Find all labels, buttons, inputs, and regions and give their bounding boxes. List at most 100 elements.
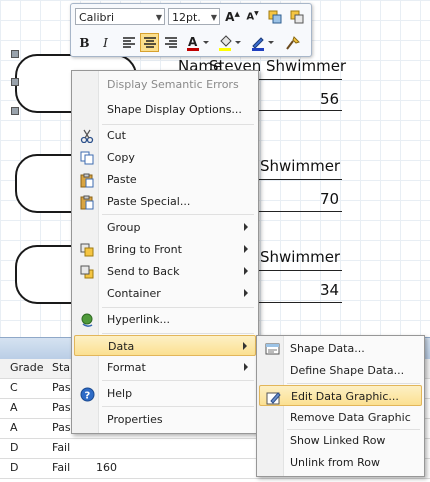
submenu-arrow-icon: [244, 363, 248, 371]
shape-style-icon: [268, 10, 281, 23]
menu-item-group[interactable]: Group: [74, 217, 256, 238]
submenu-item-define-shape-data[interactable]: Define Shape Data...: [259, 360, 422, 381]
selection-handle[interactable]: [11, 50, 19, 58]
grid-cell-status: Pas: [52, 421, 71, 434]
format-painter-square-button[interactable]: [265, 7, 284, 26]
submenu-item-show-linked-row[interactable]: Show Linked Row: [259, 430, 422, 451]
cut-icon: [79, 128, 95, 144]
menu-item-copy[interactable]: Copy: [74, 147, 256, 168]
submenu-item-edit-data-graphic[interactable]: Edit Data Graphic...: [259, 385, 422, 406]
menu-item-label: Paste Special...: [107, 195, 191, 208]
italic-icon: I: [103, 35, 108, 50]
grow-font-button[interactable]: A▲: [223, 7, 242, 26]
chevron-down-icon: ▼: [210, 13, 217, 22]
svg-text:A: A: [188, 35, 198, 49]
grow-font-icon: A▲: [225, 9, 240, 24]
grid-cell-status: Pas: [52, 381, 71, 394]
font-size-combo[interactable]: 12pt. ▼: [168, 8, 220, 25]
menu-item-bring-to-front[interactable]: Bring to Front: [74, 239, 256, 260]
bold-icon: B: [79, 35, 90, 50]
menu-item-data[interactable]: Data: [74, 335, 256, 356]
submenu-item-label: Define Shape Data...: [290, 364, 405, 377]
menu-separator: [102, 307, 254, 308]
menu-item-properties[interactable]: Properties: [74, 409, 256, 430]
submenu-item-shape-data[interactable]: Shape Data...: [259, 338, 422, 359]
menu-item-label: Display Semantic Errors: [107, 78, 239, 91]
fill-color-button[interactable]: [216, 33, 244, 52]
menu-item-format[interactable]: Format: [74, 357, 256, 378]
pen-icon: [252, 36, 274, 51]
submenu-item-label: Show Linked Row: [290, 434, 386, 447]
menu-item-help[interactable]: ? Help: [74, 383, 256, 404]
menu-item-label: Format: [107, 361, 146, 374]
bold-button[interactable]: B: [75, 33, 94, 52]
align-center-button[interactable]: [140, 33, 159, 52]
shape-2-name-value: Shwimmer: [260, 157, 341, 175]
menu-item-label: Shape Display Options...: [107, 103, 242, 116]
menu-item-display-semantic-errors[interactable]: Display Semantic Errors: [74, 74, 256, 95]
align-center-icon: [143, 36, 156, 48]
grid-cell-status: Fail: [52, 461, 71, 474]
font-name-value: Calibri: [79, 11, 115, 24]
shrink-font-icon: A▼: [246, 10, 259, 23]
grid-header-status[interactable]: Sta: [52, 361, 70, 374]
selection-handle[interactable]: [11, 107, 19, 115]
menu-separator: [102, 333, 254, 334]
menu-item-shape-display-options[interactable]: Shape Display Options...: [74, 99, 256, 120]
grid-cell-status: Pas: [52, 401, 71, 414]
menu-item-label: Data: [108, 340, 135, 353]
svg-text:?: ?: [84, 390, 90, 401]
submenu-arrow-icon: [244, 267, 248, 275]
submenu-item-remove-data-graphic[interactable]: Remove Data Graphic: [259, 407, 422, 428]
menu-item-label: Paste: [107, 173, 137, 186]
paste-special-icon: [79, 194, 95, 210]
menu-item-container[interactable]: Container: [74, 283, 256, 304]
grid-cell-grade: C: [10, 381, 18, 394]
font-size-value: 12pt.: [172, 11, 201, 24]
menu-item-label: Container: [107, 287, 161, 300]
arrange-button[interactable]: [287, 7, 306, 26]
format-painter-button[interactable]: [283, 33, 302, 52]
line-color-button[interactable]: [249, 33, 277, 52]
grid-cell-value: 160: [96, 461, 117, 474]
menu-item-label: Hyperlink...: [107, 313, 170, 326]
align-right-button[interactable]: [161, 33, 180, 52]
menu-separator: [102, 406, 254, 407]
menu-separator: [102, 214, 254, 215]
shape-3-name-value: Shwimmer: [260, 248, 341, 266]
align-left-button[interactable]: [119, 33, 138, 52]
bring-to-front-icon: [79, 242, 95, 258]
font-color-button[interactable]: A: [184, 33, 212, 52]
shape-3-divider: [258, 270, 342, 271]
menu-item-label: Group: [107, 221, 141, 234]
grid-cell-grade: D: [10, 461, 19, 474]
grid-header-grade[interactable]: Grade: [10, 361, 44, 374]
submenu-item-unlink-from-row[interactable]: Unlink from Row: [259, 452, 422, 473]
align-right-icon: [164, 36, 177, 48]
hyperlink-icon: [79, 312, 95, 328]
submenu-item-label: Shape Data...: [290, 342, 365, 355]
menu-item-send-to-back[interactable]: Send to Back: [74, 261, 256, 282]
shape-1-score: 56: [320, 90, 340, 108]
bring-forward-icon: [290, 10, 303, 23]
shape-1-underline: [258, 110, 342, 111]
shrink-font-button[interactable]: A▼: [243, 7, 262, 26]
shape-1-divider: [258, 79, 342, 80]
selection-handle[interactable]: [11, 78, 19, 86]
menu-item-paste-special[interactable]: Paste Special...: [74, 191, 256, 212]
edit-data-graphic-icon: [265, 389, 281, 405]
menu-item-paste[interactable]: Paste: [74, 169, 256, 190]
menu-item-cut[interactable]: Cut: [74, 125, 256, 146]
shape-2-score: 70: [320, 190, 340, 208]
shape-3-underline: [258, 302, 342, 303]
menu-item-hyperlink[interactable]: Hyperlink...: [74, 309, 256, 330]
font-color-icon: A: [187, 35, 209, 51]
submenu-arrow-icon: [244, 245, 248, 253]
context-menu: Display Semantic Errors Shape Display Op…: [71, 70, 259, 434]
data-submenu: Shape Data... Define Shape Data... Edit …: [256, 335, 425, 477]
chevron-down-icon: ▼: [155, 13, 162, 22]
italic-button[interactable]: I: [96, 33, 115, 52]
grid-cell-grade: A: [10, 401, 18, 414]
send-to-back-icon: [79, 264, 95, 280]
font-name-combo[interactable]: Calibri ▼: [75, 8, 165, 25]
